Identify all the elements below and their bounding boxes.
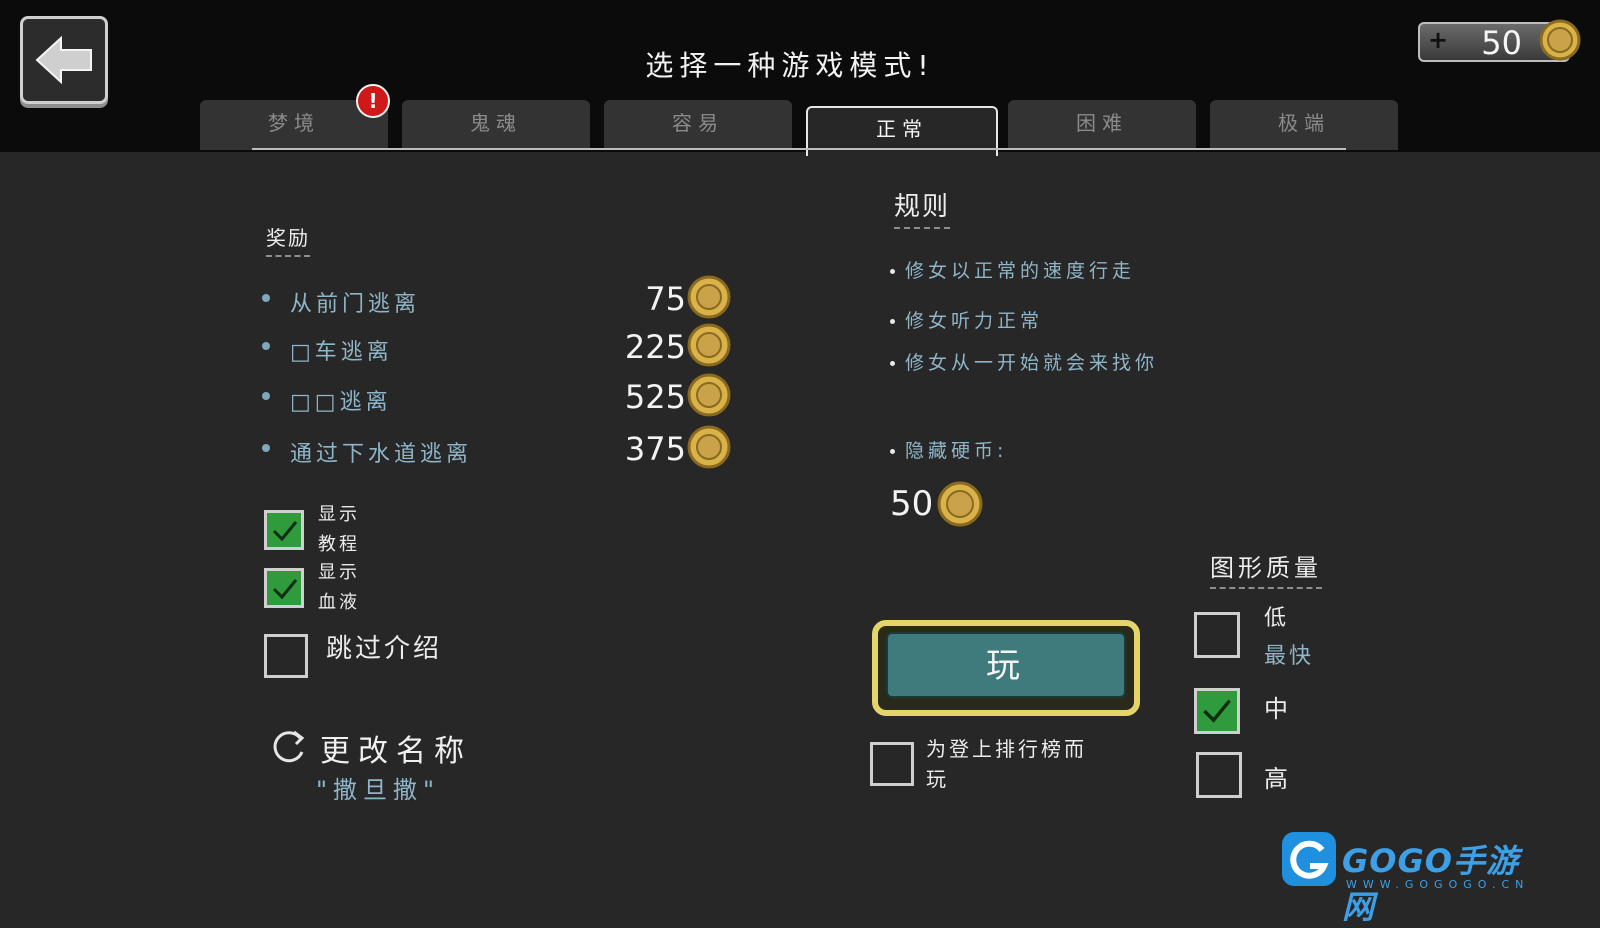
show-tutorial-checkbox[interactable] bbox=[264, 510, 304, 550]
rule-item: 修女从一开始就会来找你 bbox=[890, 348, 1158, 375]
bullet bbox=[262, 444, 270, 452]
rule-text: 修女听力正常 bbox=[905, 310, 1044, 332]
play-button-label: 玩 bbox=[886, 632, 1126, 698]
coin-icon bbox=[687, 373, 731, 417]
reward-row: 从前门逃离 75 bbox=[262, 275, 742, 320]
coin-balance[interactable]: + 50 bbox=[1418, 19, 1581, 62]
reward-value: 525 bbox=[624, 378, 686, 416]
coin-icon bbox=[687, 425, 731, 469]
coin-icon bbox=[937, 481, 983, 527]
reward-value: 75 bbox=[645, 280, 686, 318]
reward-label: 从前门逃离 bbox=[290, 292, 421, 317]
coin-balance-value: 50 bbox=[1481, 24, 1522, 62]
checkmark-icon bbox=[1203, 699, 1231, 723]
rule-item: 修女听力正常 bbox=[890, 306, 1043, 333]
show-blood-label: 显示 血液 bbox=[318, 558, 360, 618]
label-line: 教程 bbox=[318, 534, 360, 555]
alert-icon: ! bbox=[356, 84, 390, 118]
graphics-low-label: 低 bbox=[1264, 606, 1290, 631]
bullet bbox=[890, 449, 895, 454]
graphics-high-label: 高 bbox=[1264, 765, 1291, 793]
rename-button[interactable]: 更改名称 bbox=[320, 726, 472, 770]
hidden-coins-label: 隐藏硬币: bbox=[890, 436, 1007, 463]
bullet bbox=[262, 294, 270, 302]
checkmark-icon bbox=[272, 579, 298, 600]
reward-row: □车逃离 225 bbox=[262, 323, 742, 368]
player-name: "撒旦撒" bbox=[316, 776, 441, 804]
rule-text: 修女以正常的速度行走 bbox=[905, 260, 1136, 282]
refresh-icon[interactable] bbox=[270, 726, 308, 766]
graphics-low-sub: 最快 bbox=[1264, 644, 1315, 669]
leaderboard-label: 为登上排行榜而 玩 bbox=[926, 734, 1087, 794]
reward-value: 375 bbox=[624, 430, 686, 468]
tab-extreme[interactable]: 极端 bbox=[1210, 100, 1398, 150]
coin-icon bbox=[687, 275, 731, 319]
reward-label: □□逃离 bbox=[290, 390, 392, 415]
label-line: 玩 bbox=[926, 767, 949, 791]
watermark: GOGO手游网 WWW.GOGOGO.CN bbox=[1280, 830, 1540, 926]
tab-easy[interactable]: 容易 bbox=[604, 100, 792, 150]
graphics-heading: 图形质量 bbox=[1210, 548, 1322, 589]
reward-label: □车逃离 bbox=[290, 340, 393, 365]
coin-icon bbox=[1539, 19, 1581, 61]
bullet bbox=[890, 319, 895, 324]
reward-row: □□逃离 525 bbox=[262, 373, 742, 418]
reward-row: 通过下水道逃离 375 bbox=[262, 425, 742, 470]
checkmark-icon bbox=[272, 521, 298, 542]
rule-text: 修女从一开始就会来找你 bbox=[905, 352, 1159, 374]
bullet bbox=[890, 269, 895, 274]
skip-intro-label: 跳过介绍 bbox=[326, 634, 443, 664]
reward-label: 通过下水道逃离 bbox=[290, 442, 473, 467]
label-line: 显示 bbox=[318, 562, 360, 583]
show-tutorial-label: 显示 教程 bbox=[318, 500, 360, 560]
tab-ghost[interactable]: 鬼魂 bbox=[402, 100, 590, 150]
show-blood-checkbox[interactable] bbox=[264, 568, 304, 608]
skip-intro-checkbox[interactable] bbox=[264, 634, 308, 678]
rule-text: 隐藏硬币: bbox=[905, 440, 1008, 462]
gogo-logo-icon bbox=[1282, 832, 1336, 886]
rule-item: 修女以正常的速度行走 bbox=[890, 256, 1135, 283]
leaderboard-checkbox[interactable] bbox=[870, 742, 914, 786]
reward-value: 225 bbox=[624, 328, 686, 366]
bullet bbox=[262, 392, 270, 400]
graphics-medium-label: 中 bbox=[1264, 695, 1291, 723]
add-coins-button[interactable]: + bbox=[1428, 26, 1448, 54]
rules-heading: 规则 bbox=[894, 186, 951, 229]
page-title: 选择一种游戏模式! bbox=[645, 49, 935, 82]
label-line: 血液 bbox=[318, 592, 360, 613]
bullet bbox=[262, 342, 270, 350]
tab-divider bbox=[252, 148, 1346, 150]
coin-icon bbox=[687, 323, 731, 367]
watermark-url: WWW.GOGOGO.CN bbox=[1346, 878, 1530, 891]
label-line: 为登上排行榜而 bbox=[926, 737, 1087, 761]
label-line: 显示 bbox=[318, 504, 360, 525]
hidden-coins-value: 50 bbox=[890, 484, 934, 524]
graphics-high-checkbox[interactable] bbox=[1196, 752, 1242, 798]
graphics-low-checkbox[interactable] bbox=[1194, 612, 1240, 658]
graphics-medium-checkbox[interactable] bbox=[1194, 688, 1240, 734]
rewards-heading: 奖励 bbox=[266, 222, 310, 257]
bullet bbox=[890, 361, 895, 366]
tab-hard[interactable]: 困难 bbox=[1008, 100, 1196, 150]
play-button[interactable]: 玩 bbox=[872, 620, 1140, 716]
